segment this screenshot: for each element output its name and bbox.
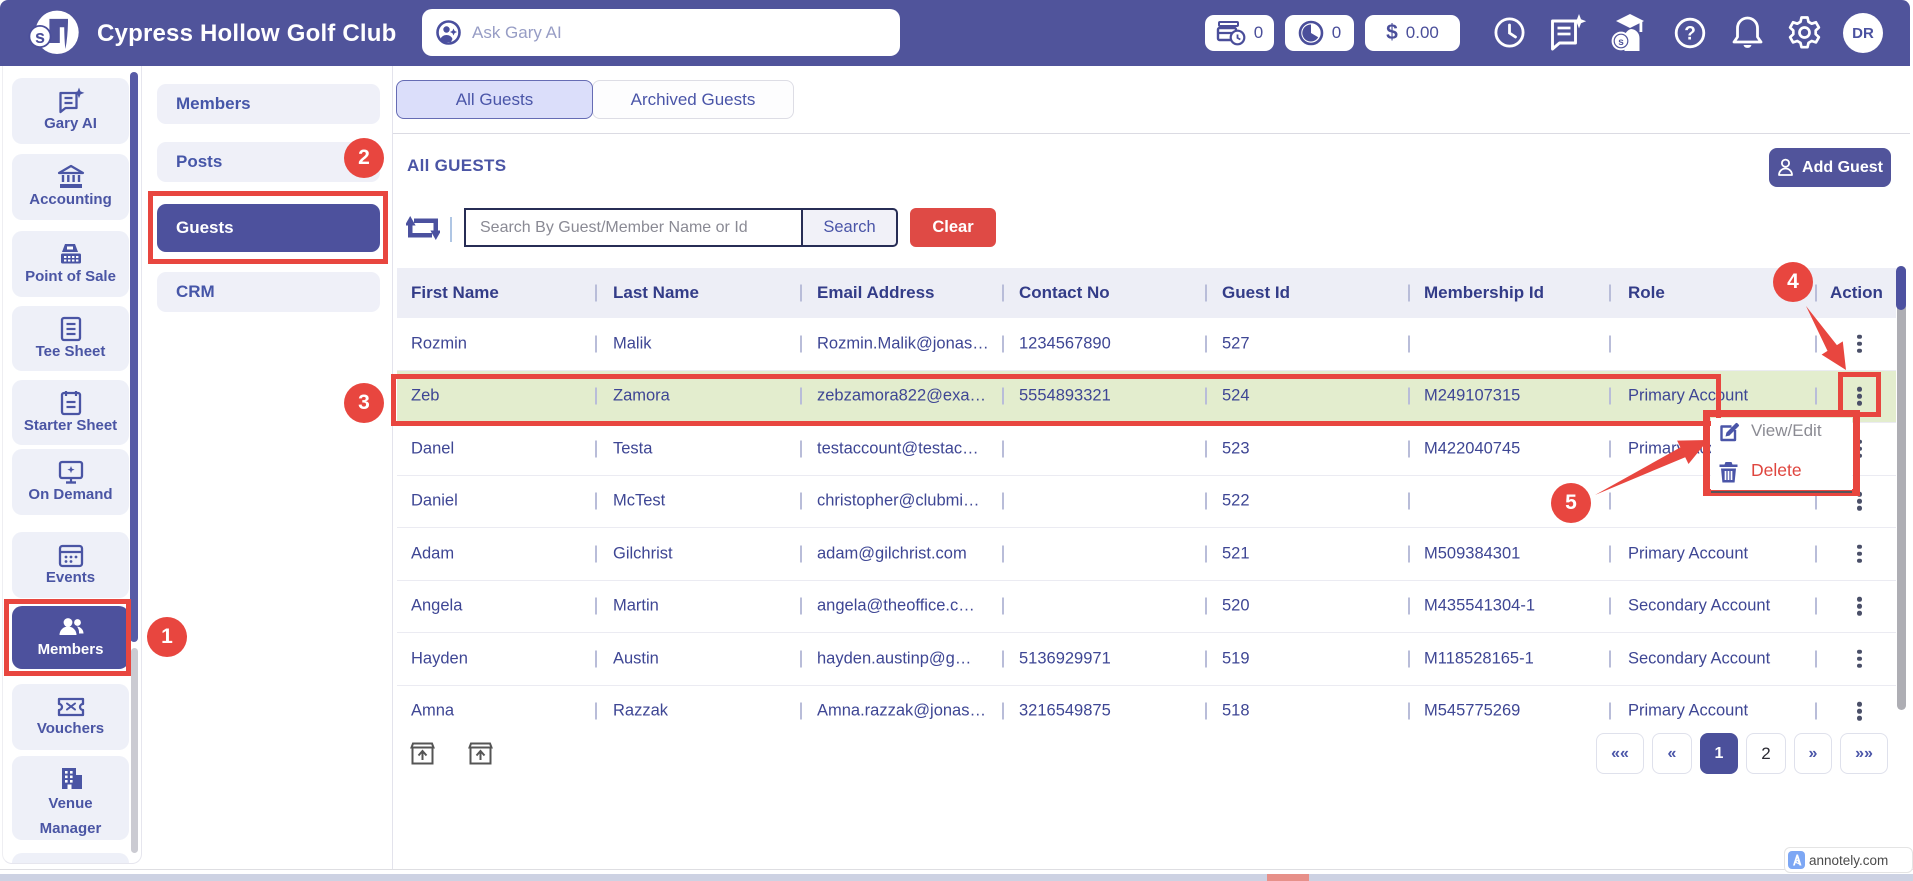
svg-text:s: s bbox=[1618, 37, 1624, 48]
svg-text:s: s bbox=[35, 27, 45, 47]
svg-text:?: ? bbox=[1684, 24, 1696, 45]
